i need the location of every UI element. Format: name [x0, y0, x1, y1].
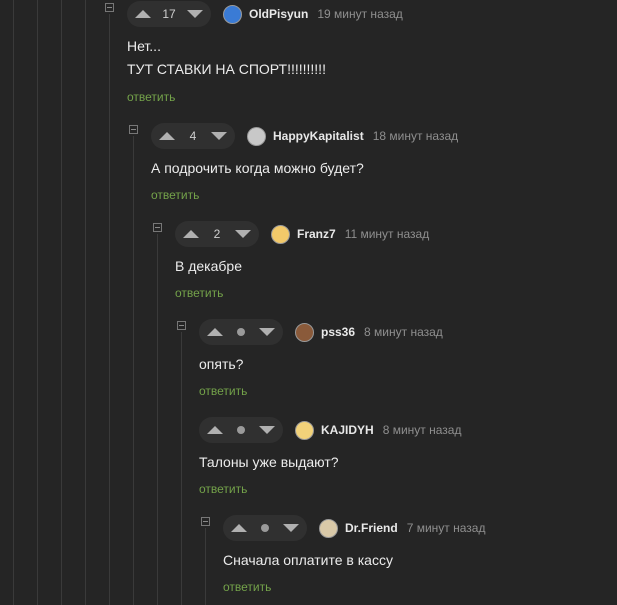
no-score-dot-icon — [261, 524, 269, 532]
vote-box — [223, 515, 307, 541]
comment-text: Нет... ТУТ СТАВКИ НА СПОРТ!!!!!!!!!! — [127, 35, 326, 81]
comment-score: 2 — [213, 227, 221, 241]
upvote-icon[interactable] — [183, 230, 199, 238]
no-score-dot-icon — [237, 426, 245, 434]
thread-line — [109, 14, 110, 605]
username[interactable]: HappyKapitalist — [273, 129, 364, 143]
upvote-icon[interactable] — [207, 328, 223, 336]
thread-line — [37, 0, 38, 605]
comment-header: 17 OldPisyun 19 минут назад — [127, 1, 403, 27]
avatar[interactable] — [295, 420, 314, 440]
collapse-button[interactable] — [129, 125, 138, 134]
upvote-icon[interactable] — [159, 132, 175, 140]
comment-line: Сначала оплатите в кассу — [223, 552, 393, 568]
comment-text: В декабре — [175, 255, 242, 278]
username[interactable]: pss36 — [321, 325, 355, 339]
reply-link[interactable]: ответить — [175, 286, 223, 300]
timestamp: 18 минут назад — [372, 129, 459, 143]
thread-line — [205, 528, 206, 605]
collapse-button[interactable] — [105, 3, 114, 12]
avatar[interactable] — [295, 322, 314, 342]
username[interactable]: KAJIDYH — [321, 423, 374, 437]
no-score-dot-icon — [237, 328, 245, 336]
comment-text: опять? — [199, 353, 243, 376]
username[interactable]: OldPisyun — [249, 7, 308, 21]
comment-header: Dr.Friend 7 минут назад — [223, 515, 485, 541]
comment-header: pss36 8 минут назад — [199, 319, 443, 345]
vote-box: 17 — [127, 1, 211, 27]
comment-line: А подрочить когда можно будет? — [151, 160, 364, 176]
reply-link[interactable]: ответить — [199, 384, 247, 398]
downvote-icon[interactable] — [283, 524, 299, 532]
downvote-icon[interactable] — [235, 230, 251, 238]
upvote-icon[interactable] — [207, 426, 223, 434]
timestamp: 19 минут назад — [317, 7, 403, 21]
upvote-icon[interactable] — [231, 524, 247, 532]
comment-text: Сначала оплатите в кассу — [223, 549, 393, 572]
comment-text: Талоны уже выдают? — [199, 451, 339, 474]
vote-box: 2 — [175, 221, 259, 247]
avatar[interactable] — [223, 4, 242, 24]
collapse-button[interactable] — [177, 321, 186, 330]
upvote-icon[interactable] — [135, 10, 151, 18]
comment-line: В декабре — [175, 258, 242, 274]
comment-text: А подрочить когда можно будет? — [151, 157, 364, 180]
thread-line — [85, 0, 86, 605]
collapse-button[interactable] — [201, 517, 210, 526]
comment-line: опять? — [199, 356, 244, 372]
reply-link[interactable]: ответить — [127, 90, 175, 104]
username[interactable]: Dr.Friend — [345, 521, 398, 535]
thread-line — [61, 0, 62, 605]
comment-line: Талоны уже выдают? — [199, 454, 339, 470]
timestamp: 8 минут назад — [382, 423, 462, 437]
reply-link[interactable]: ответить — [223, 580, 271, 594]
comment-header: 4 HappyKapitalist 18 минут назад — [151, 123, 458, 149]
username[interactable]: Franz7 — [297, 227, 336, 241]
comment-line: Нет... — [127, 38, 161, 54]
thread-line — [181, 332, 182, 605]
comment-header: KAJIDYH 8 минут назад — [199, 417, 461, 443]
thread-line — [133, 136, 134, 605]
thread-line — [157, 234, 158, 605]
downvote-icon[interactable] — [187, 10, 203, 18]
vote-box — [199, 417, 283, 443]
vote-box: 4 — [151, 123, 235, 149]
collapse-button[interactable] — [153, 223, 162, 232]
downvote-icon[interactable] — [259, 426, 275, 434]
avatar[interactable] — [271, 224, 290, 244]
comment-score: 17 — [162, 7, 176, 21]
comment-score: 4 — [189, 129, 197, 143]
avatar[interactable] — [319, 518, 338, 538]
downvote-icon[interactable] — [211, 132, 227, 140]
downvote-icon[interactable] — [259, 328, 275, 336]
avatar[interactable] — [247, 126, 266, 146]
timestamp: 11 минут назад — [344, 227, 430, 241]
reply-link[interactable]: ответить — [151, 188, 199, 202]
timestamp: 7 минут назад — [406, 521, 486, 535]
reply-link[interactable]: ответить — [199, 482, 247, 496]
thread-line — [13, 0, 14, 605]
comment-header: 2 Franz7 11 минут назад — [175, 221, 429, 247]
comment-line: ТУТ СТАВКИ НА СПОРТ!!!!!!!!!! — [127, 61, 326, 77]
vote-box — [199, 319, 283, 345]
timestamp: 8 минут назад — [364, 325, 443, 339]
